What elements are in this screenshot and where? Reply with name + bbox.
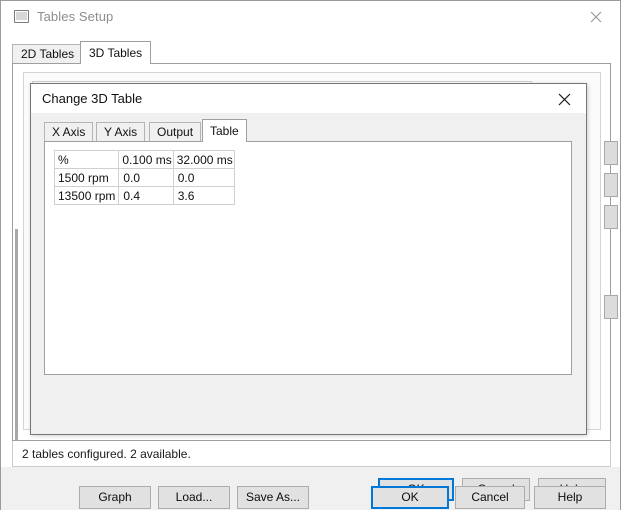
side-button-2[interactable] <box>604 173 618 197</box>
status-bar: 2 tables configured. 2 available. <box>12 441 611 467</box>
graph-button[interactable]: Graph <box>79 486 151 509</box>
grid-row: 1500 rpm 0.0 0.0 <box>53 168 235 187</box>
close-glyph <box>558 93 571 106</box>
table-data-grid[interactable]: % 0.100 ms 32.000 ms 1500 rpm 0.0 0.0 13500 rp… <box>53 150 235 205</box>
close-glyph <box>590 11 602 23</box>
tables-list-scrollbar[interactable] <box>15 229 18 441</box>
tab-table[interactable]: Table <box>202 119 247 142</box>
tab-3d-tables-label: 3D Tables <box>89 46 143 60</box>
window-titlebar[interactable]: Tables Setup <box>1 1 620 32</box>
dialog-button-bar <box>31 380 586 434</box>
grid-column-header[interactable]: 0.100 ms <box>118 150 174 169</box>
side-button-4[interactable] <box>604 295 618 319</box>
close-icon[interactable] <box>574 1 620 31</box>
save-as-button[interactable]: Save As... <box>237 486 309 509</box>
grid-cell[interactable]: 0.0 <box>118 168 174 187</box>
tab-2d-tables[interactable]: 2D Tables <box>12 44 84 63</box>
dialog-close-icon[interactable] <box>544 84 586 112</box>
grid-row: 13500 rpm 0.4 3.6 <box>53 186 235 205</box>
dialog-title: Change 3D Table <box>42 91 143 106</box>
grid-cell[interactable]: 0.4 <box>118 186 174 205</box>
tab-2d-tables-label: 2D Tables <box>21 47 75 61</box>
grid-cell[interactable]: 3.6 <box>172 186 235 205</box>
outer-tabstrip: 2D Tables 3D Tables <box>12 41 612 64</box>
dialog-cancel-button[interactable]: Cancel <box>455 486 525 509</box>
tab-y-axis-label: Y Axis <box>104 125 138 139</box>
tab-output-label: Output <box>157 125 194 139</box>
status-text: 2 tables configured. 2 available. <box>22 447 191 461</box>
grid-cell[interactable]: 0.0 <box>172 168 235 187</box>
window-title: Tables Setup <box>37 9 114 24</box>
window-icon <box>14 10 29 23</box>
dialog-ok-button[interactable]: OK <box>371 486 449 509</box>
tables-setup-window: Tables Setup 2D Tables 3D Tables 2 table… <box>0 0 621 510</box>
grid-column-header[interactable]: 32.000 ms <box>172 150 235 169</box>
tab-y-axis[interactable]: Y Axis <box>96 122 146 141</box>
change-3d-table-dialog: Change 3D Table X Axis Y Axis Output Tab… <box>30 83 606 509</box>
grid-corner-cell[interactable]: % <box>53 150 120 169</box>
grid-header-row: % 0.100 ms 32.000 ms <box>53 150 235 169</box>
grid-row-header[interactable]: 1500 rpm <box>53 168 120 187</box>
tab-table-label: Table <box>210 124 239 138</box>
tab-output[interactable]: Output <box>149 122 202 141</box>
tab-x-axis-label: X Axis <box>52 125 86 139</box>
side-button-1[interactable] <box>604 141 618 165</box>
grid-row-header[interactable]: 13500 rpm <box>53 186 120 205</box>
dialog-titlebar[interactable]: Change 3D Table <box>31 84 586 113</box>
side-button-3[interactable] <box>604 205 618 229</box>
load-button[interactable]: Load... <box>158 486 230 509</box>
tab-3d-tables[interactable]: 3D Tables <box>80 41 152 64</box>
table-tab-panel: % 0.100 ms 32.000 ms 1500 rpm 0.0 0.0 13500 rp… <box>44 141 572 375</box>
dialog-help-button[interactable]: Help <box>534 486 606 509</box>
tab-x-axis[interactable]: X Axis <box>44 122 94 141</box>
dialog-tabstrip: X Axis Y Axis Output Table <box>44 119 572 142</box>
